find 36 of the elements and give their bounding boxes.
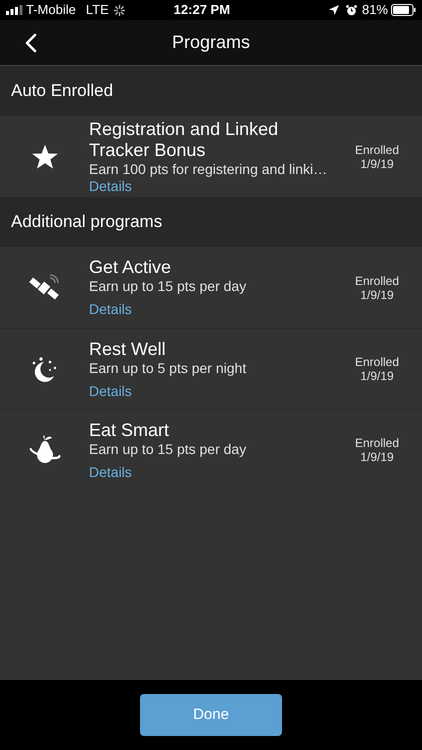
status-time: 12:27 PM [172, 1, 232, 20]
signal-icon [6, 5, 23, 15]
details-link[interactable]: Details [89, 382, 132, 400]
pear-planet-icon [28, 434, 62, 466]
enrollment-date: 1/9/19 [360, 450, 394, 464]
program-description: Earn 100 pts for registering and linki… [89, 160, 328, 178]
program-title: Registration and Linked Tracker Bonus [89, 118, 280, 160]
back-icon[interactable] [25, 33, 37, 53]
alarm-clock-icon [346, 4, 357, 16]
program-title: Rest Well [89, 338, 167, 360]
enrollment-date: 1/9/19 [360, 156, 394, 170]
section-title: Auto Enrolled [11, 80, 114, 102]
battery-percent: 81% [362, 1, 388, 20]
program-description: Earn up to 5 pts per night [89, 360, 248, 376]
enrollment-status: Enrolled [354, 274, 400, 288]
loading-icon [114, 4, 125, 16]
battery-icon [391, 4, 416, 16]
details-link[interactable]: Details [89, 301, 132, 318]
program-description: Earn up to 15 pts per day [89, 278, 248, 295]
nav-title: Programs [172, 31, 250, 54]
carrier-name: T-Mobile [26, 1, 76, 20]
enrollment-date: 1/9/19 [360, 288, 394, 302]
enrollment-date: 1/9/19 [360, 369, 394, 383]
enrollment-status: Enrolled [354, 436, 400, 450]
enrollment-status: Enrolled [354, 355, 400, 369]
details-link[interactable]: Details [89, 178, 132, 194]
network-type: LTE [86, 1, 109, 20]
enrollment-status: Enrolled [354, 142, 400, 156]
location-icon [328, 5, 339, 15]
done-button[interactable]: Done [140, 694, 282, 736]
details-link[interactable]: Details [89, 464, 132, 480]
program-title: Get Active [89, 257, 172, 278]
section-title: Additional programs [11, 211, 162, 234]
star-icon [30, 142, 58, 170]
program-title: Eat Smart [89, 420, 170, 440]
program-description: Earn up to 15 pts per day [89, 440, 248, 458]
